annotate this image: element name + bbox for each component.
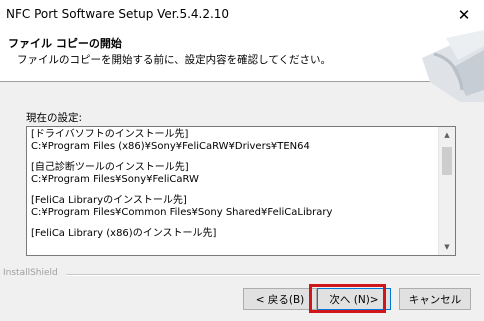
- entry-path: C:¥Program Files¥Common Files¥Sony Share…: [31, 207, 333, 218]
- settings-entry: [FeliCa Library (x86)のインストール先]: [31, 228, 433, 240]
- settings-panel: 現在の設定: [ドライバソフトのインストール先] C:¥Program Files…: [22, 110, 462, 260]
- page-title: ファイル コピーの開始: [8, 37, 122, 50]
- cancel-button[interactable]: キャンセル: [399, 288, 471, 310]
- arrow-up-icon[interactable]: ▲: [439, 127, 455, 143]
- vertical-scrollbar[interactable]: ▲ ▼: [438, 127, 455, 255]
- scroll-thumb[interactable]: [442, 147, 452, 175]
- entry-heading: [FeliCa Libraryのインストール先]: [31, 195, 187, 206]
- next-button-highlight: [309, 284, 386, 313]
- settings-entries: [ドライバソフトのインストール先] C:¥Program Files (x86)¥…: [31, 129, 433, 249]
- back-button[interactable]: < 戻る(B): [243, 288, 317, 310]
- setup-window: NFC Port Software Setup Ver.5.4.2.10 ✕ フ…: [0, 0, 484, 321]
- title-bar: NFC Port Software Setup Ver.5.4.2.10 ✕: [0, 0, 484, 30]
- arrow-down-icon[interactable]: ▼: [439, 239, 455, 255]
- settings-entry: [FeliCa Libraryのインストール先] C:¥Program Files…: [31, 195, 433, 219]
- settings-entry: [自己診断ツールのインストール先] C:¥Program Files¥Sony¥F…: [31, 162, 433, 186]
- settings-entry: [ドライバソフトのインストール先] C:¥Program Files (x86)¥…: [31, 129, 433, 153]
- page-subtitle: ファイルのコピーを開始する前に、設定内容を確認してください。: [17, 54, 332, 66]
- close-icon[interactable]: ✕: [444, 0, 484, 30]
- wizard-header: ファイル コピーの開始 ファイルのコピーを開始する前に、設定内容を確認してくださ…: [0, 30, 484, 102]
- entry-path: C:¥Program Files¥Sony¥FeliCaRW: [31, 174, 199, 185]
- entry-heading: [自己診断ツールのインストール先]: [31, 162, 189, 173]
- installshield-logo: [422, 30, 484, 102]
- window-title: NFC Port Software Setup Ver.5.4.2.10: [6, 7, 230, 21]
- settings-listbox[interactable]: [ドライバソフトのインストール先] C:¥Program Files (x86)¥…: [26, 126, 456, 256]
- current-settings-label: 現在の設定:: [26, 112, 83, 124]
- entry-heading: [FeliCa Library (x86)のインストール先]: [31, 228, 217, 239]
- entry-path: C:¥Program Files (x86)¥Sony¥FeliCaRW¥Dri…: [31, 141, 310, 152]
- entry-heading: [ドライバソフトのインストール先]: [31, 129, 189, 140]
- footer-separator: [66, 274, 480, 276]
- installshield-label: InstallShield: [3, 268, 58, 278]
